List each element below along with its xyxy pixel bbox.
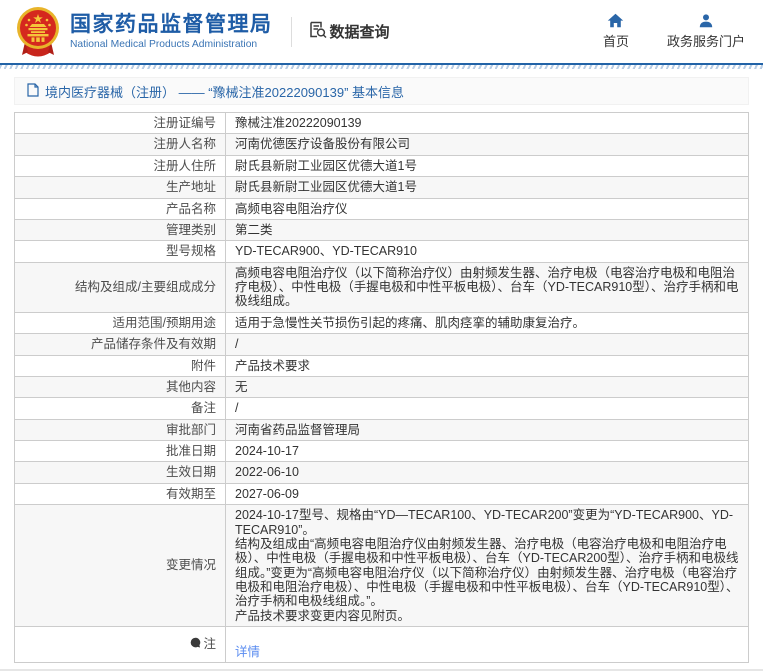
table-row: 产品名称 高频电容电阻治疗仪 — [14, 197, 749, 220]
row-value: 2024-10-17型号、规格由“YD—TECAR100、YD-TECAR200… — [225, 504, 749, 628]
row-label: 结构及组成/主要组成成分 — [14, 261, 226, 313]
table-row: 注册证编号 豫械注准20222090139 — [14, 111, 749, 135]
note-row: 注 详情 — [14, 626, 749, 663]
header-nav: 首页 政务服务门户 — [603, 13, 745, 50]
row-value: 高频电容电阻治疗仪 — [225, 197, 749, 220]
user-icon — [698, 13, 714, 28]
table-row: 生产地址 尉氏县新尉工业园区优德大道1号 — [14, 176, 749, 199]
row-label: 批准日期 — [14, 439, 226, 463]
row-label: 注册人住所 — [14, 154, 226, 178]
table-row: 备注 / — [14, 397, 749, 420]
row-value: 河南省药品监督管理局 — [225, 418, 749, 442]
table-row: 适用范围/预期用途 适用于急慢性关节损伤引起的疼痛、肌肉痉挛的辅助康复治疗。 — [14, 311, 749, 335]
row-label: 注册证编号 — [14, 111, 226, 135]
row-label: 审批部门 — [14, 418, 226, 442]
header-separator-hatch — [0, 65, 763, 69]
row-value: 尉氏县新尉工业园区优德大道1号 — [225, 154, 749, 178]
table-row: 其他内容无 — [14, 375, 749, 399]
table-row: 生效日期 2022-06-10 — [14, 461, 749, 484]
row-label: 生效日期 — [14, 461, 226, 484]
table-row: 注册人名称 河南优德医疗设备股份有限公司 — [14, 133, 749, 156]
site-subtitle: National Medical Products Administration — [70, 39, 258, 51]
row-label: 有效期至 — [14, 482, 226, 506]
row-value: 适用于急慢性关节损伤引起的疼痛、肌肉痉挛的辅助康复治疗。 — [225, 311, 749, 335]
table-row: 结构及组成/主要组成成分 高频电容电阻治疗仪（以下简称治疗仪）由射频发生器、治疗电… — [14, 261, 749, 313]
row-label: 产品储存条件及有效期 — [14, 333, 226, 356]
row-value: 豫械注准20222090139 — [225, 111, 749, 135]
row-value: 无 — [225, 375, 749, 399]
table-row: 审批部门 河南省药品监督管理局 — [14, 418, 749, 442]
site-header: 国家药品监督管理局 National Medical Products Admi… — [0, 0, 763, 63]
table-row: 附件 产品技术要求 — [14, 354, 749, 377]
row-label: 变更情况 — [14, 504, 226, 628]
header-divider — [290, 16, 292, 47]
row-value: / — [225, 397, 749, 420]
registration-info-table: 注册证编号 豫械注准20222090139 注册人名称 河南优德医疗设备股份有限公司… — [14, 111, 749, 663]
row-value: 2024-10-17 — [225, 439, 749, 463]
row-value: 高频电容电阻治疗仪（以下简称治疗仪）由射频发生器、治疗电极（电容治疗电极和电阻治… — [225, 261, 749, 313]
national-emblem-logo — [14, 6, 62, 58]
breadcrumb: 境内医疗器械（注册） —— “豫械注准20222090139” 基本信息 — [14, 77, 749, 105]
detail-link[interactable]: 详情 — [235, 645, 260, 659]
table-row: 批准日期 2024-10-17 — [14, 439, 749, 463]
table-row: 管理类别 第二类 — [14, 218, 749, 242]
nav-home[interactable]: 首页 — [603, 13, 629, 50]
table-row: 产品储存条件及有效期 / — [14, 333, 749, 356]
nav-home-label: 首页 — [602, 34, 629, 49]
table-row: 型号规格 YD-TECAR900、YD-TECAR910 — [14, 240, 749, 263]
table-row: 注册人住所 尉氏县新尉工业园区优德大道1号 — [14, 154, 749, 178]
document-icon — [27, 82, 39, 100]
nav-gov-portal-label: 政务服务门户 — [666, 34, 745, 49]
row-value: 产品技术要求 — [225, 354, 749, 377]
row-value: 第二类 — [225, 218, 749, 242]
row-label: 适用范围/预期用途 — [14, 311, 226, 335]
row-label: 产品名称 — [14, 197, 226, 220]
row-label: 注册人名称 — [14, 133, 226, 156]
data-query-icon — [308, 20, 327, 43]
breadcrumb-text: 境内医疗器械（注册） —— “豫械注准20222090139” 基本信息 — [45, 84, 405, 100]
row-label: 生产地址 — [14, 176, 226, 199]
row-value: YD-TECAR900、YD-TECAR910 — [225, 240, 749, 263]
row-value: 河南优德医疗设备股份有限公司 — [225, 133, 749, 156]
home-icon — [607, 13, 624, 28]
row-value: 2022-06-10 — [225, 461, 749, 484]
row-label: 附件 — [14, 354, 226, 377]
brand[interactable]: 国家药品监督管理局 National Medical Products Admi… — [14, 6, 273, 58]
row-value: 2027-06-09 — [225, 482, 749, 506]
row-label: 型号规格 — [14, 240, 226, 263]
row-label: 管理类别 — [14, 218, 226, 242]
table-row: 变更情况 2024-10-17型号、规格由“YD—TECAR100、YD-TECA… — [14, 504, 749, 628]
table-row: 有效期至 2027-06-09 — [14, 482, 749, 506]
site-title: 国家药品监督管理局 — [70, 12, 273, 36]
nav-gov-portal[interactable]: 政务服务门户 — [667, 13, 745, 50]
row-label: 备注 — [14, 397, 226, 420]
row-value: / — [225, 333, 749, 356]
row-label: 其他内容 — [14, 375, 226, 399]
data-query-tab[interactable]: 数据查询 — [308, 20, 390, 43]
data-query-label: 数据查询 — [329, 24, 390, 41]
row-value: 尉氏县新尉工业园区优德大道1号 — [225, 176, 749, 199]
